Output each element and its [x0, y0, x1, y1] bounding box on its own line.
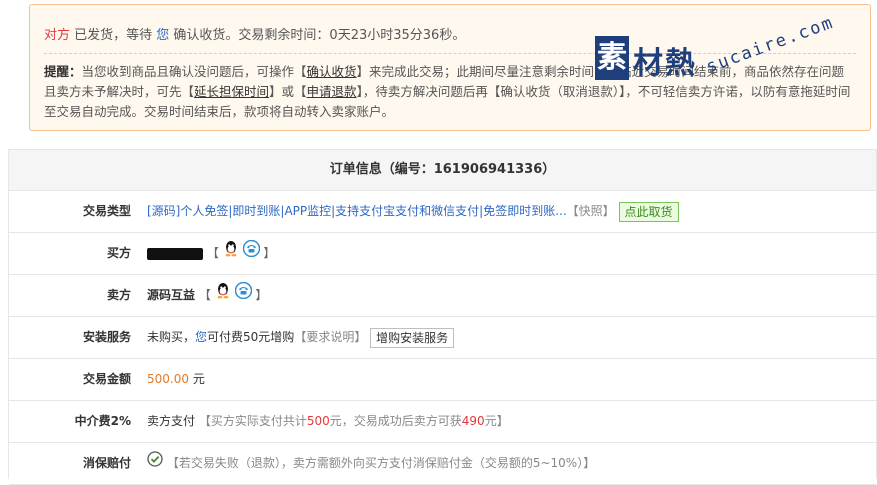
order-title: 订单信息（编号：161906941336）: [9, 150, 876, 191]
label-seller: 卖方: [106, 288, 131, 302]
qq-icon[interactable]: [215, 275, 231, 316]
extend-guarantee-link[interactable]: 延长担保时间: [194, 84, 269, 99]
insurance-text: 【若交易失败（退款），卖方需额外向买方支付消保赔付金（交易额的5~10%）】: [166, 456, 596, 470]
qq-icon[interactable]: [223, 233, 239, 274]
row-seller: 卖方 源码互益 【 】: [9, 275, 876, 317]
trade-notice: 对方 已发货，等待 您 确认收货。交易剩余时间：0天23小时35分36秒。 提醒…: [29, 4, 871, 131]
buyer-name-masked: [147, 247, 203, 260]
you-party: 您: [156, 28, 170, 43]
apply-refund-link[interactable]: 申请退款: [307, 84, 357, 99]
seller-name: 源码互益: [147, 288, 196, 302]
label-insurance: 消保赔付: [82, 456, 131, 470]
label-fee: 中介费2%: [74, 414, 131, 428]
fee-payer: 卖方支付: [147, 414, 196, 428]
order-info-table: 订单信息（编号：161906941336） 交易类型 [源码]个人免签|即时到账…: [8, 149, 877, 485]
row-trade-type: 交易类型 [源码]个人免签|即时到账|APP监控|支持支付宝支付和微信支付|免签…: [9, 191, 876, 233]
amount-value: 500.00: [147, 372, 189, 386]
row-amount: 交易金额 500.00 元: [9, 359, 876, 401]
label-install: 安装服务: [82, 330, 131, 344]
trade-status: 对方 已发货，等待 您 确认收货。交易剩余时间：0天23小时35分36秒。: [44, 28, 466, 43]
phone-icon[interactable]: [242, 233, 260, 274]
phone-icon[interactable]: [234, 275, 252, 316]
check-circle-icon: [147, 443, 163, 484]
row-install-service: 安装服务 未购买，您可付费50元增购【要求说明】 增购安装服务: [9, 317, 876, 359]
requirement-link[interactable]: 【要求说明】: [294, 330, 366, 344]
product-link[interactable]: [源码]个人免签|即时到账|APP监控|支持支付宝支付和微信支付|免签即时到账.…: [147, 204, 567, 218]
label-buyer: 买方: [106, 246, 131, 260]
snapshot-link[interactable]: 【快照】: [567, 204, 615, 218]
reminder-text: 提醒：当您收到商品且确认没问题后，可操作【确认收货】来完成此交易；此期间尽量注意…: [44, 64, 851, 119]
row-fee: 中介费2% 卖方支付 【买方实际支付共计500元，交易成功后卖方可获490元】: [9, 401, 876, 443]
row-buyer: 买方 【 】: [9, 233, 876, 275]
label-amount: 交易金额: [82, 372, 131, 386]
seller-party: 对方: [44, 28, 71, 43]
divider: [44, 53, 856, 54]
confirm-receipt-link[interactable]: 确认收货: [307, 64, 357, 79]
label-trade-type: 交易类型: [82, 204, 131, 218]
cancel-pickup-button[interactable]: 点此取货: [618, 201, 679, 222]
buy-install-button[interactable]: 增购安装服务: [370, 327, 455, 348]
